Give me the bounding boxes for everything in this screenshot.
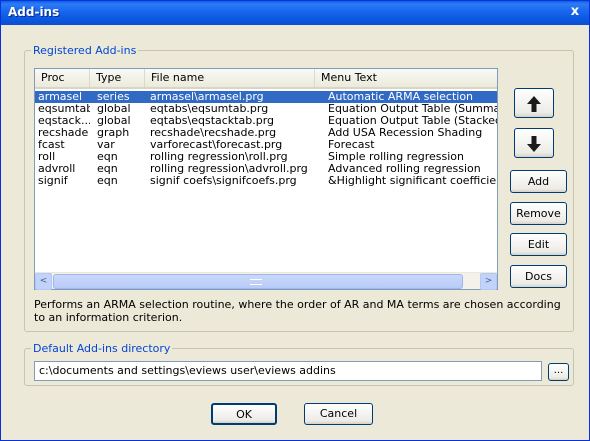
cell-menu-text: &Highlight significant coefficients <box>328 175 497 187</box>
cell-menu-text: Equation Output Table (Stacked for <box>328 115 497 127</box>
cell-proc: recshade <box>38 127 89 139</box>
close-icon[interactable]: x <box>567 4 583 20</box>
cell-type: eqn <box>97 151 118 163</box>
list-item[interactable]: advroll eqn rolling regression\advroll.prg… <box>35 163 497 175</box>
cell-file-name: rolling regression\advroll.prg <box>150 163 308 175</box>
cell-file-name: eqtabs\eqstacktab.prg <box>150 115 275 127</box>
down-arrow-icon <box>527 136 541 152</box>
cell-menu-text: Equation Output Table (Summary fo <box>328 103 497 115</box>
cell-file-name: armasel\armasel.prg <box>150 91 264 103</box>
up-arrow-icon <box>527 96 541 112</box>
add-ins-dialog: Add-ins x Registered Add-ins Proc Type F… <box>0 0 590 441</box>
add-in-description: Performs an ARMA selection routine, wher… <box>34 298 561 324</box>
list-rows: armasel series armasel\armasel.prg Automati… <box>35 91 497 267</box>
edit-button[interactable]: Edit <box>510 233 567 256</box>
column-header-file-name[interactable]: File name <box>145 69 315 87</box>
list-item[interactable]: eqsumtab global eqtabs\eqsumtab.prg Equatio… <box>35 103 497 115</box>
cell-proc: eqstack... <box>38 115 90 127</box>
cell-file-name: rolling regression\roll.prg <box>150 151 288 163</box>
cell-type: series <box>97 91 130 103</box>
list-item[interactable]: signif eqn signif coefs\signifcoefs.prg &Hi… <box>35 175 497 187</box>
browse-button[interactable]: ... <box>548 363 569 381</box>
list-item[interactable]: recshade graph recshade\recshade.prg Add US… <box>35 127 497 139</box>
cell-type: graph <box>97 127 130 139</box>
horizontal-scrollbar[interactable]: < > <box>35 272 497 290</box>
directory-input[interactable]: c:\documents and settings\eviews user\ev… <box>34 361 542 381</box>
column-header-menu-text[interactable]: Menu Text <box>315 69 497 87</box>
docs-button[interactable]: Docs <box>510 265 567 288</box>
scroll-thumb[interactable] <box>53 274 463 289</box>
window-title: Add-ins <box>8 5 60 19</box>
scroll-grip-icon <box>250 279 262 285</box>
list-item[interactable]: fcast var varforecast\forecast.prg Forecast <box>35 139 497 151</box>
list-item[interactable]: eqstack... global eqtabs\eqstacktab.prg Equ… <box>35 115 497 127</box>
cell-proc: advroll <box>38 163 76 175</box>
move-up-button[interactable] <box>514 88 554 118</box>
cell-menu-text: Simple rolling regression <box>328 151 464 163</box>
ok-button[interactable]: OK <box>211 403 277 425</box>
list-item[interactable]: armasel series armasel\armasel.prg Automati… <box>35 91 497 103</box>
column-header-type[interactable]: Type <box>90 69 145 87</box>
default-directory-legend: Default Add-ins directory <box>33 342 171 355</box>
title-bar[interactable]: Add-ins x <box>1 1 589 25</box>
cell-proc: signif <box>38 175 68 187</box>
cell-file-name: recshade\recshade.prg <box>150 127 277 139</box>
cell-proc: fcast <box>38 139 65 151</box>
cell-type: eqn <box>97 175 118 187</box>
cell-type: var <box>97 139 115 151</box>
cell-file-name: eqtabs\eqsumtab.prg <box>150 103 269 115</box>
add-button[interactable]: Add <box>510 170 567 193</box>
cell-type: global <box>97 103 131 115</box>
cell-menu-text: Automatic ARMA selection <box>328 91 474 103</box>
cell-file-name: varforecast\forecast.prg <box>150 139 283 151</box>
list-item[interactable]: roll eqn rolling regression\roll.prg Simple… <box>35 151 497 163</box>
cell-proc: eqsumtab <box>38 103 90 115</box>
cell-type: eqn <box>97 163 118 175</box>
cancel-button[interactable]: Cancel <box>304 403 373 425</box>
scroll-left-icon[interactable]: < <box>35 273 52 290</box>
cell-proc: armasel <box>38 91 83 103</box>
add-ins-list[interactable]: Proc Type File name Menu Text armasel ser… <box>34 68 498 290</box>
cell-type: global <box>97 115 131 127</box>
cell-proc: roll <box>38 151 56 163</box>
scroll-right-icon[interactable]: > <box>480 273 497 290</box>
registered-add-ins-legend: Registered Add-ins <box>33 44 137 57</box>
cell-menu-text: Advanced rolling regression <box>328 163 481 175</box>
column-header-proc[interactable]: Proc <box>35 69 90 87</box>
cell-menu-text: Forecast <box>328 139 375 151</box>
list-header: Proc Type File name Menu Text <box>35 69 497 89</box>
cell-menu-text: Add USA Recession Shading <box>328 127 483 139</box>
remove-button[interactable]: Remove <box>510 202 567 225</box>
move-down-button[interactable] <box>514 128 554 158</box>
cell-file-name: signif coefs\signifcoefs.prg <box>150 175 297 187</box>
